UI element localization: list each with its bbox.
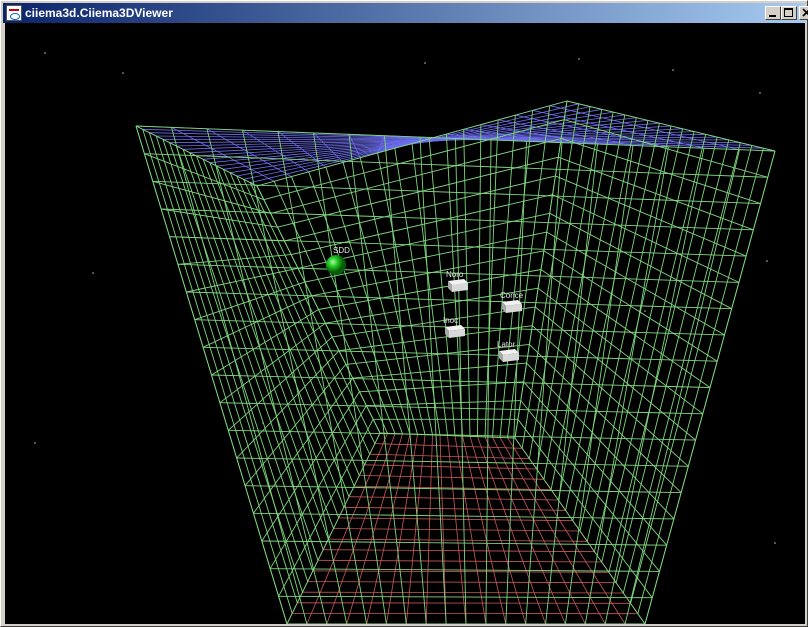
object-lator[interactable]: Lator <box>497 340 519 362</box>
grid-line <box>270 137 562 214</box>
star <box>44 52 46 54</box>
star <box>766 260 768 262</box>
star <box>759 92 761 94</box>
object-label: Noro <box>446 270 464 279</box>
object-label: Conce <box>500 291 524 300</box>
minimize-button[interactable] <box>765 6 781 20</box>
object-label: SDD <box>333 246 350 255</box>
object-label: Inoc <box>443 316 458 325</box>
grid-line <box>186 267 299 293</box>
close-icon <box>802 8 808 17</box>
sphere-marker[interactable] <box>326 255 346 275</box>
close-button[interactable] <box>799 6 808 20</box>
3d-viewport[interactable]: SDD Noro Conce Inoc Lator <box>5 23 805 624</box>
window-title: ciiema3d.Ciiema3DViewer <box>25 6 173 20</box>
object-label: Lator <box>497 340 516 349</box>
star <box>122 72 124 74</box>
maximize-button[interactable] <box>781 6 797 20</box>
grid-line <box>307 581 617 584</box>
java-cup-icon[interactable] <box>6 5 22 21</box>
grid-line <box>540 269 711 388</box>
star <box>672 69 674 71</box>
star <box>578 58 580 60</box>
minimize-icon <box>769 15 776 17</box>
application-window: ciiema3d.Ciiema3DViewer SDD Noro Conce Inoc… <box>0 0 808 627</box>
object-inoc[interactable]: Inoc <box>443 316 465 338</box>
grid-line <box>352 362 527 379</box>
grid-line <box>302 591 624 594</box>
maximize-icon <box>784 8 793 17</box>
grid-line <box>152 180 271 214</box>
grid-line <box>546 231 725 336</box>
title-bar[interactable]: ciiema3d.Ciiema3DViewer <box>3 3 808 23</box>
star <box>774 542 776 544</box>
star <box>644 310 646 312</box>
object-sdd[interactable]: SDD <box>326 246 350 275</box>
star <box>92 272 94 274</box>
grid-line <box>297 602 631 604</box>
star <box>424 62 426 64</box>
3d-scene[interactable]: SDD Noro Conce Inoc Lator <box>5 23 805 624</box>
star <box>34 442 36 444</box>
wall-grids <box>135 100 776 624</box>
